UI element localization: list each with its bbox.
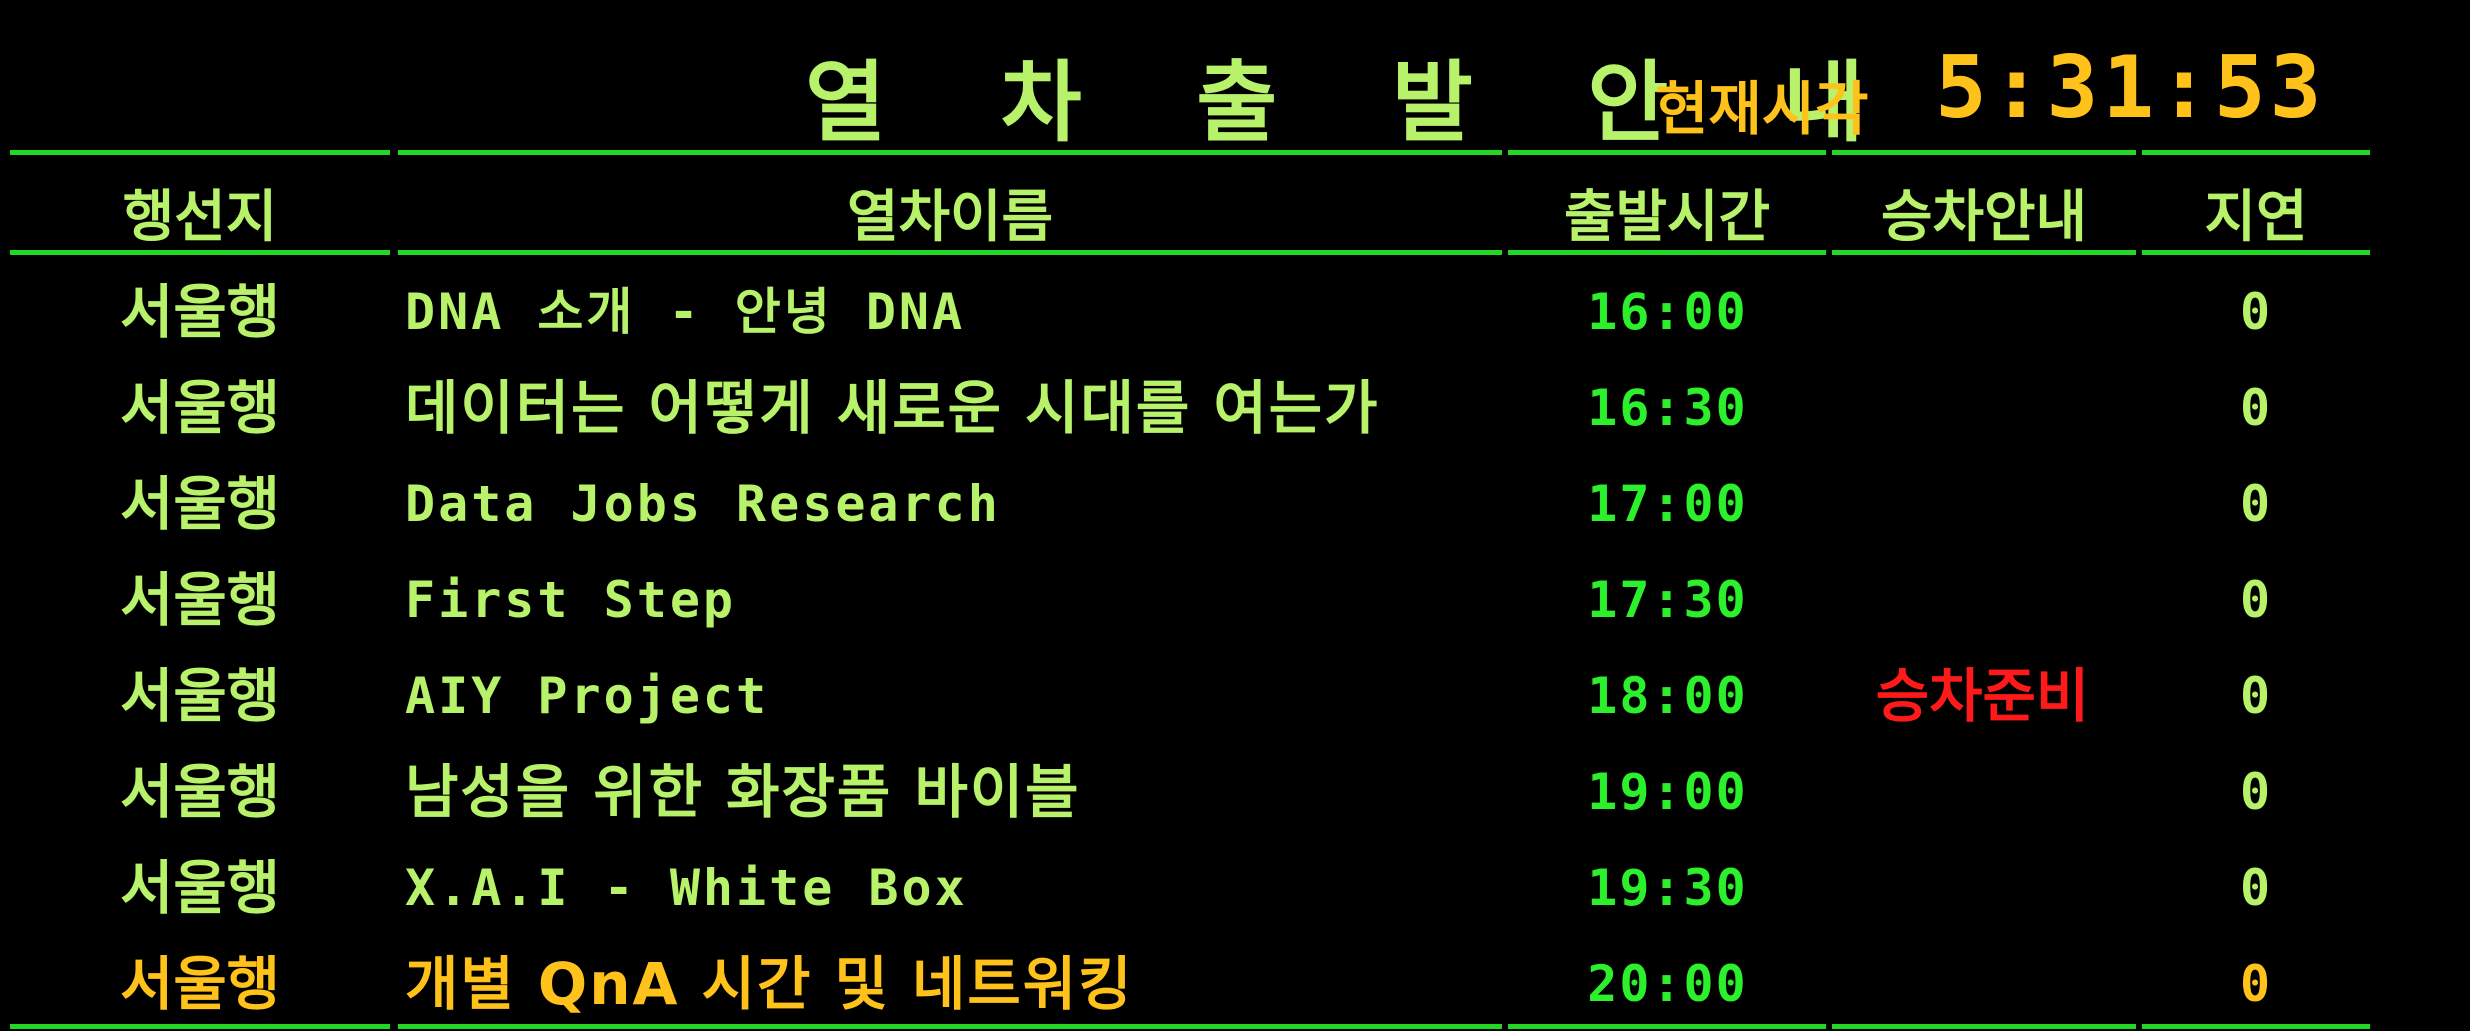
row-train-name: 남성을 위한 화장품 바이블: [405, 758, 1081, 826]
rule-bottom-boarding: [1832, 1024, 2136, 1029]
rule-bottom-delay: [2142, 1024, 2370, 1029]
row-delay: 0: [2239, 475, 2271, 533]
row-boarding-status: [1830, 360, 2135, 456]
row-destination: 서울행: [119, 374, 281, 442]
row-destination: 서울행: [119, 662, 281, 730]
table-row: 서울행 Data Jobs Research 17:00 0: [0, 456, 2370, 552]
rule-top-time: [1508, 150, 1826, 155]
row-delay: 0: [2239, 955, 2271, 1013]
rule-top-destination: [10, 150, 390, 155]
row-train-name: DNA 소개 - 안녕 DNA: [405, 283, 966, 341]
row-train-name: Data Jobs Research: [405, 475, 1001, 533]
rule-header-name: [398, 250, 1502, 255]
row-boarding-status: [1830, 840, 2135, 936]
row-boarding-status: [1830, 264, 2135, 360]
row-departure-time: 20:00: [1587, 955, 1748, 1013]
row-train-name: First Step: [405, 571, 737, 629]
table-row: 서울행 First Step 17:30 0: [0, 552, 2370, 648]
rule-header-boarding: [1832, 250, 2136, 255]
row-train-name: AIY Project: [405, 667, 770, 725]
row-delay: 0: [2239, 859, 2271, 917]
departure-board: 열 차 출 발 안 내 현재시각 5:31:53 행선지 열차이름 출발시간 승…: [0, 0, 2470, 1031]
column-header-delay: 지연: [2204, 185, 2308, 250]
row-boarding-status: [1830, 936, 2135, 1031]
board-header: 열 차 출 발 안 내 현재시각 5:31:53: [0, 20, 2370, 154]
table-row: 서울행 AIY Project 18:00 승차준비 0: [0, 648, 2370, 744]
row-train-name: 개별 QnA 시간 및 네트워킹: [405, 950, 1134, 1018]
row-departure-time: 18:00: [1587, 667, 1748, 725]
row-delay: 0: [2239, 283, 2271, 341]
column-header-departure: 출발시간: [1563, 185, 1771, 250]
row-train-name: 데이터는 어떻게 새로운 시대를 여는가: [405, 374, 1380, 442]
current-time-label: 현재시각: [1655, 75, 1869, 143]
table-row: 서울행 데이터는 어떻게 새로운 시대를 여는가 16:30 0: [0, 360, 2370, 456]
row-destination: 서울행: [119, 854, 281, 922]
rule-top-delay: [2142, 150, 2370, 155]
rule-bottom-name: [398, 1024, 1502, 1029]
column-header-train-name: 열차이름: [846, 185, 1054, 250]
current-time: 5:31:53: [1935, 38, 2326, 138]
row-destination: 서울행: [119, 758, 281, 826]
row-departure-time: 16:30: [1587, 379, 1748, 437]
row-destination: 서울행: [119, 566, 281, 634]
row-departure-time: 17:30: [1587, 571, 1748, 629]
table-row: 서울행 DNA 소개 - 안녕 DNA 16:00 0: [0, 264, 2370, 360]
row-train-name: X.A.I - White Box: [405, 859, 968, 917]
rule-header-time: [1508, 250, 1826, 255]
row-departure-time: 19:00: [1587, 763, 1748, 821]
table-row: 서울행 X.A.I - White Box 19:30 0: [0, 840, 2370, 936]
row-departure-time: 19:30: [1587, 859, 1748, 917]
row-departure-time: 16:00: [1587, 283, 1748, 341]
rule-bottom-destination: [10, 1024, 390, 1029]
table-row: 서울행 남성을 위한 화장품 바이블 19:00 0: [0, 744, 2370, 840]
row-boarding-status: [1830, 456, 2135, 552]
rule-header-destination: [10, 250, 390, 255]
column-header-destination: 행선지: [122, 185, 278, 250]
row-boarding-status: [1830, 552, 2135, 648]
rule-bottom-time: [1508, 1024, 1826, 1029]
row-destination: 서울행: [119, 470, 281, 538]
row-delay: 0: [2239, 571, 2271, 629]
row-destination: 서울행: [119, 950, 281, 1018]
row-boarding-status: 승차준비: [1875, 662, 2090, 730]
row-delay: 0: [2239, 763, 2271, 821]
rule-header-delay: [2142, 250, 2370, 255]
column-header-boarding: 승차안내: [1880, 185, 2088, 250]
row-delay: 0: [2239, 379, 2271, 437]
row-delay: 0: [2239, 667, 2271, 725]
rule-top-boarding: [1832, 150, 2136, 155]
table-row: 서울행 개별 QnA 시간 및 네트워킹 20:00 0: [0, 936, 2370, 1031]
row-boarding-status: [1830, 744, 2135, 840]
row-departure-time: 17:00: [1587, 475, 1748, 533]
row-destination: 서울행: [119, 278, 281, 346]
rule-top-name: [398, 150, 1502, 155]
